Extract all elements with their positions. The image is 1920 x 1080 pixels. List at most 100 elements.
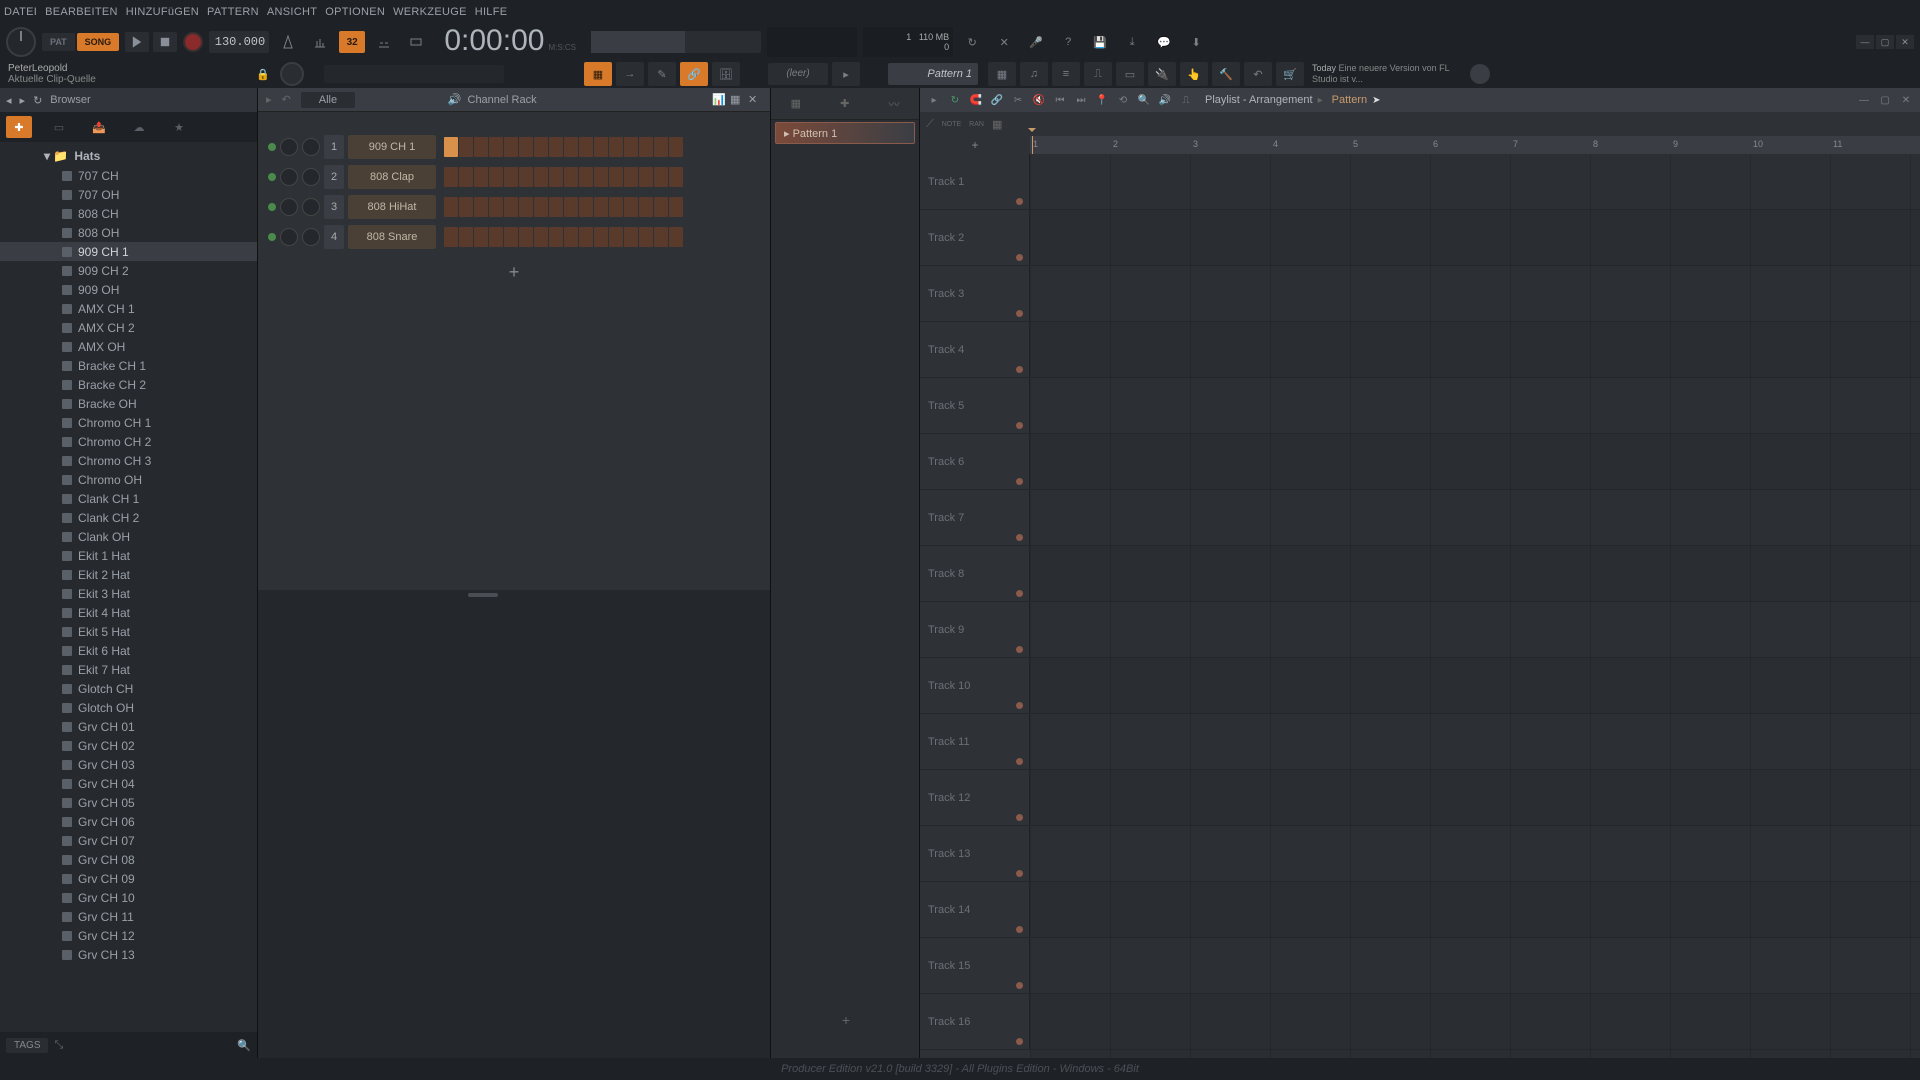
hint-knob[interactable]	[280, 62, 304, 86]
sync-icon[interactable]: ↻	[959, 29, 985, 55]
song-mode[interactable]: SONG	[77, 33, 120, 51]
browser-item[interactable]: Clank OH	[0, 527, 257, 546]
browser-item[interactable]: AMX OH	[0, 337, 257, 356]
step-cell[interactable]	[654, 227, 668, 247]
browser-item[interactable]: Clank CH 1	[0, 489, 257, 508]
step-cell[interactable]	[549, 227, 563, 247]
track-header[interactable]: Track 10	[920, 658, 1030, 714]
channel-name[interactable]: 909 CH 1	[348, 135, 436, 159]
chat-icon[interactable]: 💬	[1151, 29, 1177, 55]
step-cell[interactable]	[519, 227, 533, 247]
step-cell[interactable]	[549, 167, 563, 187]
step-cell[interactable]	[594, 227, 608, 247]
step-cell[interactable]	[534, 227, 548, 247]
pl-marker-icon[interactable]: 📍	[1094, 92, 1110, 108]
track-lane[interactable]	[1030, 714, 1920, 770]
step-cell[interactable]	[519, 137, 533, 157]
view-browser-icon[interactable]: ▭	[1116, 62, 1144, 86]
track-lane[interactable]	[1030, 210, 1920, 266]
browser-item[interactable]: 808 CH	[0, 204, 257, 223]
track-mute-dot[interactable]	[1016, 198, 1023, 205]
track-mute-dot[interactable]	[1016, 422, 1023, 429]
menu-bearbeiten[interactable]: BEARBEITEN	[45, 6, 118, 18]
link-icon[interactable]: 🔗	[680, 62, 708, 86]
master-volume[interactable]	[591, 31, 761, 53]
stop-button[interactable]	[153, 32, 177, 52]
track-mute-dot[interactable]	[1016, 534, 1023, 541]
menu-datei[interactable]: DATEI	[4, 6, 37, 18]
track-mute-dot[interactable]	[1016, 758, 1023, 765]
browser-item[interactable]: Grv CH 09	[0, 869, 257, 888]
channel-pan-knob[interactable]	[280, 168, 298, 186]
pl-zoom-icon[interactable]: 🔍	[1136, 92, 1152, 108]
browser-item[interactable]: Ekit 2 Hat	[0, 565, 257, 584]
browser-item[interactable]: Ekit 5 Hat	[0, 622, 257, 641]
next-pattern-icon[interactable]: →	[616, 62, 644, 86]
picker-add-icon[interactable]: ✚	[840, 97, 849, 110]
browser-fwd-icon[interactable]: ▸	[20, 94, 26, 107]
track-lane[interactable]	[1030, 826, 1920, 882]
browser-item[interactable]: Grv CH 13	[0, 945, 257, 964]
browser-collapse-icon[interactable]: ⤡	[54, 1039, 63, 1052]
tempo-display[interactable]: 130.000	[209, 31, 269, 53]
step-cell[interactable]	[639, 167, 653, 187]
pl-back-icon[interactable]: ⏮	[1052, 92, 1068, 108]
browser-item[interactable]: Glotch OH	[0, 698, 257, 717]
browser-item[interactable]: Chromo CH 3	[0, 451, 257, 470]
step-cell[interactable]	[459, 167, 473, 187]
browser-item[interactable]: Grv CH 02	[0, 736, 257, 755]
step-cell[interactable]	[594, 197, 608, 217]
track-mute-dot[interactable]	[1016, 1038, 1023, 1045]
track-lane[interactable]	[1030, 994, 1920, 1050]
loop-rec-icon[interactable]	[403, 29, 429, 55]
step-cell[interactable]	[444, 197, 458, 217]
track-header[interactable]: Track 9	[920, 602, 1030, 658]
pl-pointer-icon[interactable]: ⟋	[926, 118, 934, 131]
step-cell[interactable]	[609, 137, 623, 157]
tempo-tap-icon[interactable]: 👆	[1180, 62, 1208, 86]
countdown-icon[interactable]: 32	[339, 31, 365, 53]
channel-vol-knob[interactable]	[302, 168, 320, 186]
pl-max-icon[interactable]: ▢	[1877, 92, 1893, 108]
step-cell[interactable]	[564, 167, 578, 187]
track-mute-dot[interactable]	[1016, 702, 1023, 709]
overdub-icon[interactable]	[371, 29, 397, 55]
step-cell[interactable]	[594, 137, 608, 157]
step-cell[interactable]	[504, 197, 518, 217]
step-cell[interactable]	[579, 167, 593, 187]
help-icon[interactable]: ?	[1055, 29, 1081, 55]
pl-mute-icon[interactable]: 🔇	[1031, 92, 1047, 108]
track-mute-dot[interactable]	[1016, 254, 1023, 261]
track-mute-dot[interactable]	[1016, 478, 1023, 485]
channel-name[interactable]: 808 Snare	[348, 225, 436, 249]
tags-button[interactable]: TAGS	[6, 1038, 48, 1053]
pl-fwd-icon[interactable]: ⏭	[1073, 92, 1089, 108]
channel-vol-knob[interactable]	[302, 228, 320, 246]
browser-item[interactable]: Ekit 3 Hat	[0, 584, 257, 603]
wait-input-icon[interactable]	[307, 29, 333, 55]
pl-min-icon[interactable]: —	[1856, 92, 1872, 108]
channel-rack-header[interactable]: ▸↶ Alle 🔊Channel Rack 📊 ▦ ✕	[258, 88, 770, 112]
step-cell[interactable]	[474, 167, 488, 187]
menu-werkzeuge[interactable]: WERKZEUGE	[393, 6, 467, 18]
playlist-button[interactable]: ▦	[584, 62, 612, 86]
browser-item[interactable]: Grv CH 04	[0, 774, 257, 793]
ch-undo-icon[interactable]: ↶	[282, 93, 291, 106]
step-cell[interactable]	[624, 197, 638, 217]
browser-item[interactable]: 909 CH 1	[0, 242, 257, 261]
record-button[interactable]	[183, 32, 203, 52]
ch-play-icon[interactable]: ▸	[266, 93, 272, 106]
shop-icon[interactable]: 🛒	[1276, 62, 1304, 86]
browser-item[interactable]: Grv CH 10	[0, 888, 257, 907]
view-channel-icon[interactable]: ≡	[1052, 62, 1080, 86]
mic-icon[interactable]: 🎤	[1023, 29, 1049, 55]
step-cell[interactable]	[609, 197, 623, 217]
browser-item[interactable]: 707 OH	[0, 185, 257, 204]
track-mute-dot[interactable]	[1016, 366, 1023, 373]
undo-icon[interactable]: ↶	[1244, 62, 1272, 86]
step-cell[interactable]	[534, 197, 548, 217]
wand-icon[interactable]: ✎	[648, 62, 676, 86]
view-playlist-icon[interactable]: ▦	[988, 62, 1016, 86]
pattern-add-button[interactable]: +	[771, 1012, 921, 1028]
step-cell[interactable]	[549, 197, 563, 217]
